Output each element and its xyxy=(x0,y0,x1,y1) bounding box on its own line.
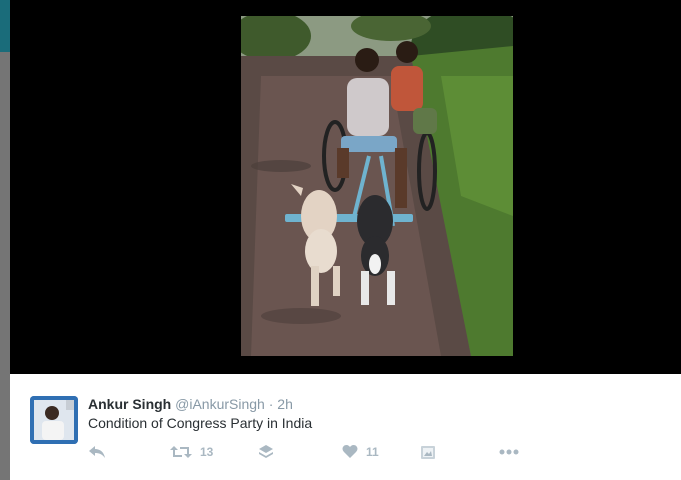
like-count: 11 xyxy=(366,445,379,459)
avatar[interactable] xyxy=(30,396,78,444)
author-name[interactable]: Ankur Singh xyxy=(88,396,171,412)
tweet-header: Ankur Singh @iAnkurSingh · 2h xyxy=(88,396,293,412)
backdrop xyxy=(0,0,10,480)
tweet-text: Condition of Congress Party in India xyxy=(88,415,313,431)
tweet-actions: 13 11 xyxy=(88,442,528,462)
retweet-button[interactable]: 13 xyxy=(170,442,213,462)
stack-button[interactable] xyxy=(258,442,274,462)
tweet-card: Ankur Singh @iAnkurSingh · 2h Condition … xyxy=(10,374,681,480)
separator-dot: · xyxy=(268,396,274,412)
reply-icon xyxy=(89,446,105,458)
tweet-photo[interactable] xyxy=(241,16,513,356)
media-button[interactable] xyxy=(421,442,435,462)
timestamp[interactable]: 2h xyxy=(277,396,293,412)
avatar-image xyxy=(30,396,78,444)
accent-strip xyxy=(0,0,10,52)
media-viewer xyxy=(10,0,681,374)
reply-button[interactable] xyxy=(88,442,106,462)
more-button[interactable] xyxy=(499,442,519,462)
retweet-icon xyxy=(170,446,192,458)
like-button[interactable]: 11 xyxy=(342,442,379,462)
author-handle[interactable]: @iAnkurSingh xyxy=(175,396,265,412)
retweet-count: 13 xyxy=(200,445,214,459)
stack-icon xyxy=(259,445,273,458)
image-icon xyxy=(421,445,435,459)
heart-icon xyxy=(342,445,358,458)
page: Ankur Singh @iAnkurSingh · 2h Condition … xyxy=(0,0,681,480)
more-icon xyxy=(499,449,519,455)
photo-image xyxy=(241,16,513,356)
